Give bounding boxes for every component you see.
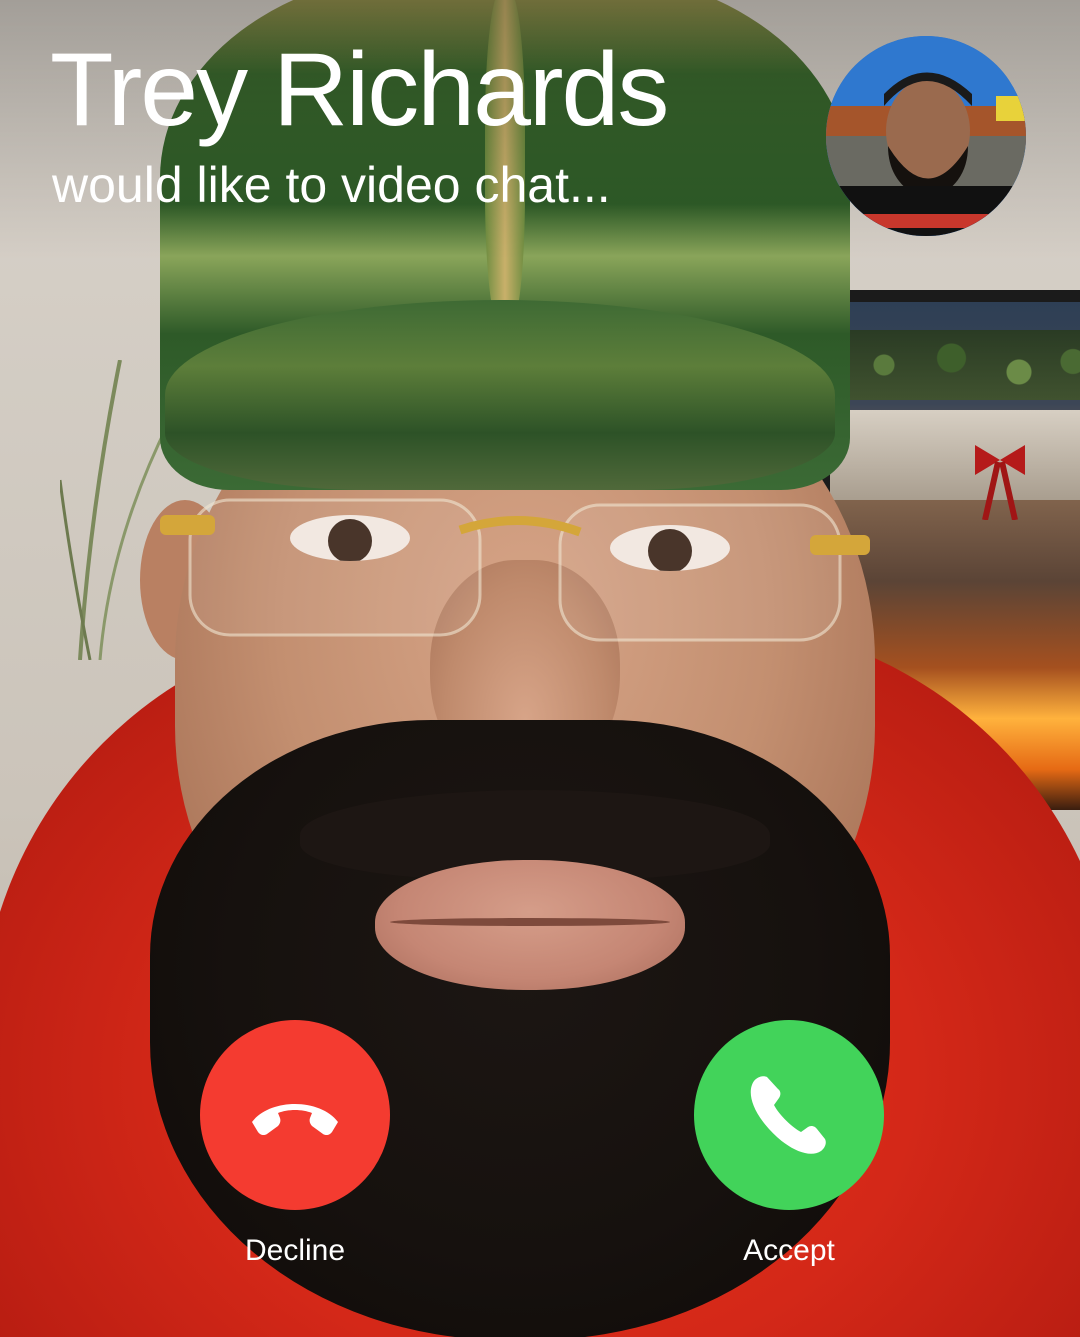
decline-button[interactable] — [200, 1020, 390, 1210]
call-status-text: would like to video chat... — [52, 157, 611, 213]
self-preview-avatar[interactable] — [826, 36, 1026, 236]
caller-name: Trey Richards — [50, 32, 669, 148]
decline-label: Decline — [244, 1234, 346, 1267]
glasses — [160, 498, 870, 642]
phone-icon — [750, 1076, 826, 1154]
phone-hangup-icon — [252, 1104, 338, 1136]
accept-button[interactable] — [694, 1020, 884, 1210]
self-preview-image — [826, 36, 1026, 236]
accept-label: Accept — [743, 1234, 835, 1267]
